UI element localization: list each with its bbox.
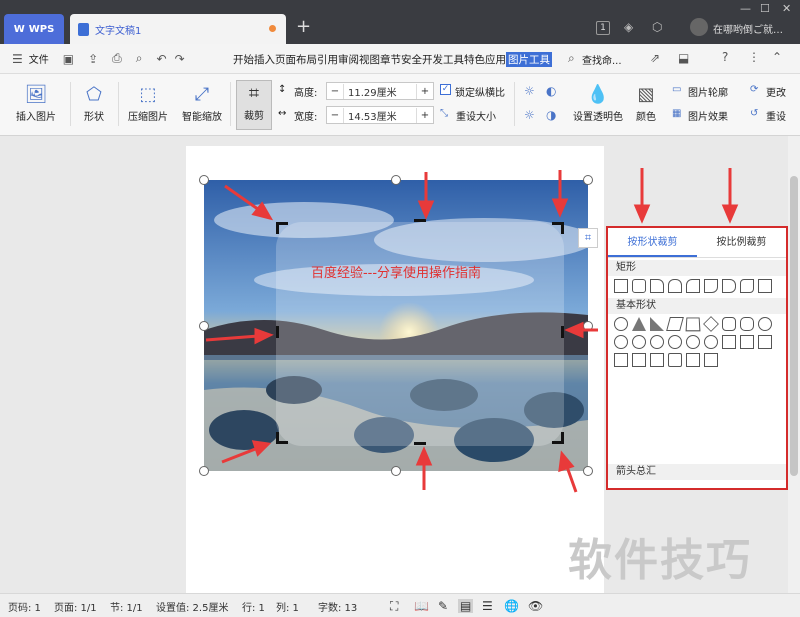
status-page-number[interactable]: 页码: 1 (8, 599, 41, 614)
focus-mode-icon[interactable]: ⛶ (390, 599, 398, 614)
status-column[interactable]: 列: 1 (276, 599, 299, 614)
arrow-top-left (224, 184, 263, 214)
status-pages[interactable]: 页面: 1/1 (54, 599, 97, 614)
pen-icon[interactable]: ✎ (438, 599, 448, 613)
web-view-icon[interactable]: 🌐 (504, 599, 519, 613)
reading-view-icon[interactable]: 📖 (414, 599, 429, 613)
page-view-icon[interactable]: ▤ (458, 599, 474, 613)
arrow-bottom-left (221, 446, 259, 464)
status-word-count[interactable]: 字数: 13 (318, 599, 357, 614)
status-section[interactable]: 节: 1/1 (110, 599, 143, 614)
status-row[interactable]: 行: 1 (242, 599, 265, 614)
status-bar: 页码: 1 页面: 1/1 节: 1/1 设置值: 2.5厘米 行: 1 列: … (0, 593, 800, 617)
watermark-text: 软件技巧 (568, 535, 752, 586)
status-setting-value[interactable]: 设置值: 2.5厘米 (156, 599, 228, 614)
outline-view-icon[interactable]: ☰ (482, 599, 493, 613)
arrow-left (205, 334, 259, 342)
eye-protection-icon[interactable]: 👁 (528, 599, 543, 613)
